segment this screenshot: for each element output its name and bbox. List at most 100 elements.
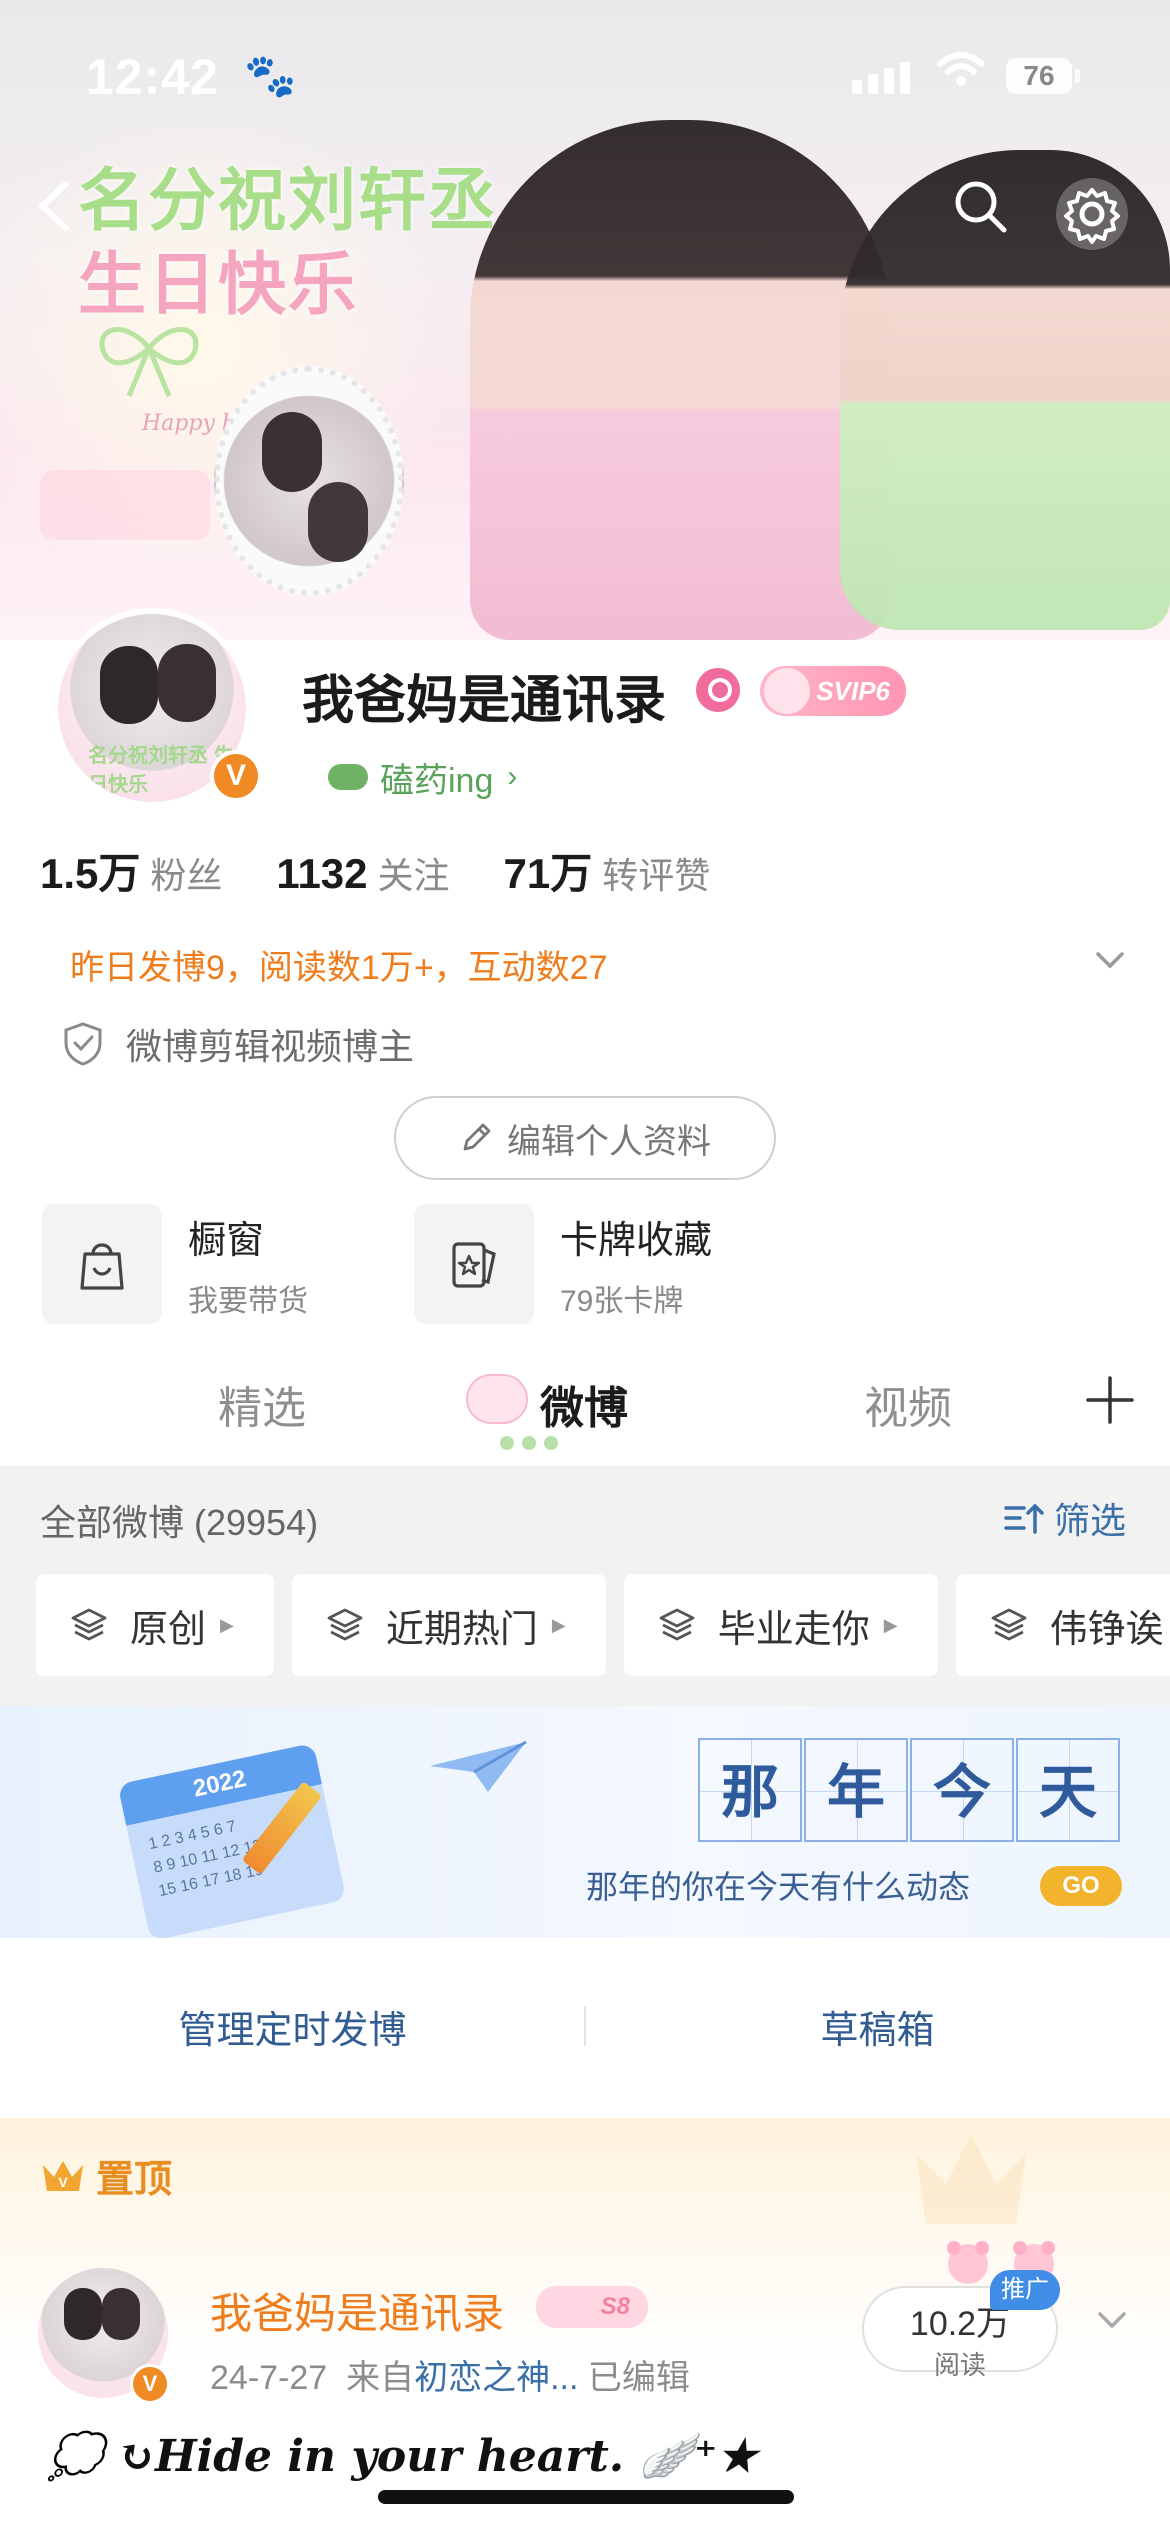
post-management-row: 管理定时发博 草稿箱 xyxy=(0,1966,1170,2086)
title-char: 今 xyxy=(910,1738,1014,1842)
layers-icon xyxy=(71,1608,107,1641)
layers-icon xyxy=(659,1608,695,1641)
divider xyxy=(584,2006,586,2046)
username: 我爸妈是通讯录 xyxy=(302,672,667,730)
category-chips: 原创 ▶ 近期热门 ▶ 毕业走你 ▶ 伟铮诶 xyxy=(36,1574,1170,1676)
certification-text: 微博剪辑视频博主 xyxy=(126,1026,415,1067)
stat-label: 转评赞 xyxy=(602,855,711,896)
daily-summary[interactable]: 昨日发博9，阅读数1万+，互动数27 xyxy=(70,940,608,989)
pencil-icon xyxy=(463,1123,491,1151)
banner-photo-person-1 xyxy=(470,120,890,640)
stat-number: 1132 xyxy=(276,850,368,897)
user-status-pill[interactable]: 磕药ing › xyxy=(302,746,562,808)
card-star-icon xyxy=(414,1204,534,1324)
clover-decoration-icon xyxy=(500,1436,558,1450)
profile-stats: 1.5万 粉丝 1132 关注 71万 转评赞 xyxy=(40,840,710,901)
chevron-down-icon[interactable] xyxy=(1094,2302,1130,2338)
pinned-post[interactable]: V 置顶 V 我爸妈是通讯录 S8 24-7-27 来自初恋之神... 已编辑 … xyxy=(0,2118,1170,2532)
calendar-icon: 2022 1 2 3 4 5 6 78 9 10 11 12 13 15 16 1… xyxy=(117,1742,347,1938)
on-this-day-subtitle: 那年的你在今天有什么动态 xyxy=(586,1868,971,1906)
post-edited-label: 已编辑 xyxy=(587,2359,690,2397)
add-tab-icon[interactable] xyxy=(1084,1374,1136,1426)
paper-plane-icon xyxy=(430,1740,527,1792)
stat-label: 粉丝 xyxy=(150,855,223,896)
chip-label: 原创 xyxy=(130,1608,207,1651)
chip-custom[interactable]: 伟铮诶 xyxy=(955,1574,1170,1676)
stat-followers[interactable]: 1.5万 粉丝 xyxy=(40,840,222,901)
go-button[interactable]: GO xyxy=(1040,1866,1122,1906)
shop-window-shortcut[interactable]: 橱窗 我要带货 xyxy=(42,1204,308,1324)
wifi-icon xyxy=(937,52,985,86)
all-posts-count[interactable]: 全部微博 (29954) xyxy=(40,1494,318,1546)
stat-label: 关注 xyxy=(377,855,450,896)
shopping-bag-icon xyxy=(42,1204,162,1324)
post-meta: 24-7-27 来自初恋之神... 已编辑 xyxy=(210,2350,690,2399)
post-source-link[interactable]: 初恋之神... xyxy=(414,2359,578,2397)
certification-row[interactable]: 微博剪辑视频博主 xyxy=(62,1018,414,1070)
on-this-day-title: 那 年 今 天 xyxy=(698,1738,1122,1842)
title-char: 那 xyxy=(698,1738,802,1842)
chevron-right-icon: › xyxy=(507,760,518,793)
scheduled-posts-button[interactable]: 管理定时发博 xyxy=(0,1999,585,2054)
drafts-button[interactable]: 草稿箱 xyxy=(585,1999,1170,2054)
svg-text:V: V xyxy=(58,2174,68,2190)
read-label: 阅读 xyxy=(933,2350,986,2380)
shortcut-title: 橱窗 xyxy=(188,1219,265,1262)
triangle-right-icon: ▶ xyxy=(220,1614,234,1635)
shortcut-subtitle: 79张卡牌 xyxy=(560,1284,684,1318)
tab-weibo[interactable]: 微博 xyxy=(540,1372,628,1436)
triangle-right-icon: ▶ xyxy=(883,1614,898,1635)
pinned-label: 置顶 xyxy=(96,2159,173,2201)
cake-decoration xyxy=(40,470,210,540)
title-char: 天 xyxy=(1016,1738,1120,1842)
pinned-label-row: V 置顶 xyxy=(40,2148,172,2203)
bow-icon xyxy=(99,327,199,397)
crown-icon: V xyxy=(43,2160,83,2191)
chip-label: 伟铮诶 xyxy=(1049,1608,1164,1651)
chip-label: 毕业走你 xyxy=(717,1608,870,1651)
cloud-icon xyxy=(328,764,368,790)
filter-button[interactable]: 筛选 xyxy=(1002,1492,1126,1544)
battery-indicator: 76 xyxy=(1006,58,1080,94)
promote-badge[interactable]: 推广 xyxy=(990,2270,1060,2310)
shield-check-icon xyxy=(64,1022,102,1066)
chip-original[interactable]: 原创 ▶ xyxy=(36,1574,274,1676)
chevron-down-icon[interactable] xyxy=(1092,942,1128,978)
profile-tabs: 精选 微博 视频 xyxy=(0,1352,1170,1462)
tab-featured[interactable]: 精选 xyxy=(218,1372,306,1436)
post-author-name[interactable]: 我爸妈是通讯录 xyxy=(210,2280,504,2341)
feed-filter-area: 全部微博 (29954) 筛选 原创 ▶ 近期热门 ▶ 毕业走你 ▶ 伟铮诶 xyxy=(0,1466,1170,1706)
search-icon[interactable] xyxy=(952,178,1008,234)
chip-graduation[interactable]: 毕业走你 ▶ xyxy=(623,1574,938,1676)
bunny-decoration-icon xyxy=(466,1374,528,1424)
banner-title-line1: 名分祝刘轩丞 xyxy=(78,162,499,241)
female-gender-icon xyxy=(696,668,740,712)
banner-title: 名分祝刘轩丞 生日快乐 xyxy=(78,160,498,328)
card-collection-shortcut[interactable]: 卡牌收藏 79张卡牌 xyxy=(414,1204,712,1324)
triangle-right-icon: ▶ xyxy=(551,1614,566,1635)
cellular-signal-icon xyxy=(852,62,910,94)
chip-label: 近期热门 xyxy=(385,1608,538,1651)
back-icon[interactable] xyxy=(30,176,80,236)
shortcut-subtitle: 我要带货 xyxy=(188,1284,308,1318)
stat-following[interactable]: 1132 关注 xyxy=(276,847,449,899)
filter-icon xyxy=(1004,1503,1044,1534)
home-indicator[interactable] xyxy=(378,2490,794,2504)
user-status-text: 磕药ing xyxy=(380,761,494,800)
svip-badge[interactable]: SVIP6 xyxy=(760,666,906,716)
filter-label: 筛选 xyxy=(1054,1500,1127,1541)
banner-photo-frame xyxy=(214,366,404,596)
author-vip-badge: S8 xyxy=(536,2286,648,2328)
edit-profile-button[interactable]: 编辑个人资料 xyxy=(394,1096,776,1180)
profile-page: 名分祝刘轩丞 生日快乐 Happy birthday 12:42 🐾 76 xyxy=(0,0,1170,2532)
verified-badge-icon[interactable]: V xyxy=(210,750,262,802)
crown-watermark-icon xyxy=(916,2134,1026,2224)
chip-recent-hot[interactable]: 近期热门 ▶ xyxy=(291,1574,606,1676)
gear-icon[interactable] xyxy=(1056,178,1128,250)
tab-video[interactable]: 视频 xyxy=(864,1372,952,1436)
stat-interactions[interactable]: 71万 转评赞 xyxy=(504,840,711,901)
edit-profile-label: 编辑个人资料 xyxy=(507,1122,711,1161)
stat-number: 1.5万 xyxy=(40,850,141,897)
on-this-day-banner[interactable]: 2022 1 2 3 4 5 6 78 9 10 11 12 13 15 16 1… xyxy=(0,1706,1170,1938)
status-bar: 12:42 🐾 76 xyxy=(0,40,1170,110)
